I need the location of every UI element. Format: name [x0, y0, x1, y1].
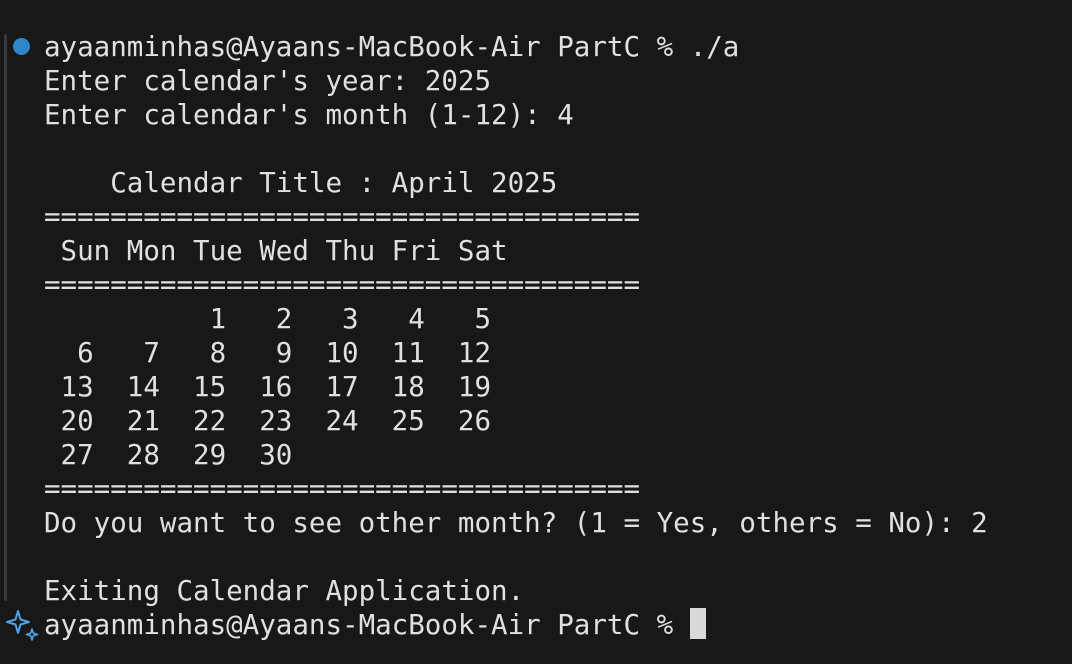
terminal-line-month-prompt: Enter calendar's month (1-12): 4 [44, 99, 574, 131]
terminal-line-continue-prompt: Do you want to see other month? (1 = Yes… [44, 507, 988, 539]
calendar-separator: ==================================== [44, 269, 641, 301]
terminal-cursor[interactable] [689, 608, 706, 639]
terminal-line-year-prompt: Enter calendar's year: 2025 [44, 65, 492, 97]
terminal-prompt-line[interactable]: ayaanminhas@Ayaans-MacBook-Air PartC % [44, 608, 706, 642]
calendar-week-row: 27 28 29 30 [44, 439, 293, 471]
calendar-title: Calendar Title : April 2025 [44, 167, 558, 199]
command-gutter-bar [4, 34, 7, 601]
calendar-week-row: 20 21 22 23 24 25 26 [44, 405, 492, 437]
terminal-prompt-text: ayaanminhas@Ayaans-MacBook-Air PartC % [44, 609, 690, 641]
calendar-separator: ==================================== [44, 201, 641, 233]
calendar-week-row: 6 7 8 9 10 11 12 [44, 337, 492, 369]
calendar-separator: ==================================== [44, 473, 641, 505]
terminal-line-command: ayaanminhas@Ayaans-MacBook-Air PartC % .… [44, 31, 740, 63]
terminal-window[interactable]: ayaanminhas@Ayaans-MacBook-Air PartC % .… [0, 0, 1072, 664]
calendar-weekday-header: Sun Mon Tue Wed Thu Fri Sat [44, 235, 508, 267]
command-status-dot[interactable] [13, 38, 30, 55]
terminal-line-exit-message: Exiting Calendar Application. [44, 575, 525, 607]
calendar-week-row: 13 14 15 16 17 18 19 [44, 371, 492, 403]
calendar-week-row: 1 2 3 4 5 [44, 303, 492, 335]
sparkle-icon[interactable] [5, 608, 39, 642]
